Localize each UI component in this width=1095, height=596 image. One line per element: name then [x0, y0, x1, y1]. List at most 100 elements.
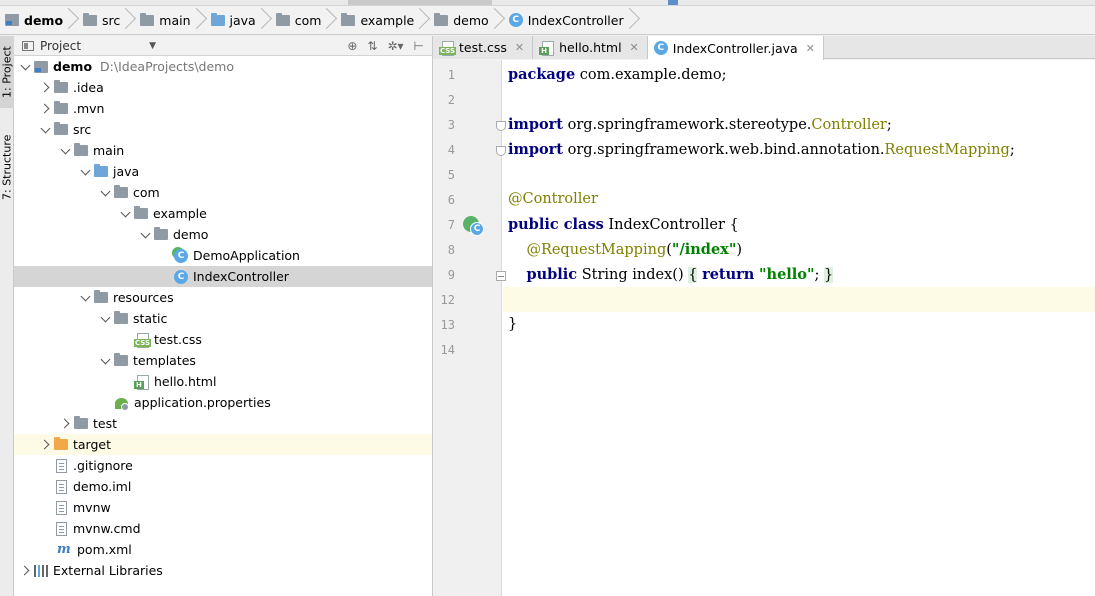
folder-icon	[54, 80, 68, 93]
chevron-down-icon[interactable]	[98, 308, 114, 329]
tree-node[interactable]: External Libraries	[14, 560, 432, 581]
line-number: 1	[447, 68, 455, 82]
folder-icon	[54, 101, 68, 114]
chevron-down-icon[interactable]	[18, 56, 34, 77]
breadcrumb-label: IndexController	[527, 12, 624, 28]
line-number: 5	[447, 168, 455, 182]
tree-node[interactable]: mvnw	[14, 497, 432, 518]
fold-marker-icon[interactable]	[496, 146, 506, 156]
breadcrumb-item[interactable]: demo	[431, 6, 505, 35]
project-view-selector[interactable]: Project	[40, 39, 81, 53]
chevron-right-icon[interactable]	[38, 434, 54, 455]
run-config-selector[interactable]	[348, 0, 492, 5]
breadcrumb-separator	[325, 6, 335, 35]
chevron-down-icon[interactable]: ▼	[149, 41, 156, 51]
code-line[interactable]: public class IndexController {	[508, 216, 739, 233]
chevron-down-icon[interactable]	[98, 350, 114, 371]
tree-node[interactable]: .gitignore	[14, 455, 432, 476]
chevron-down-icon[interactable]	[58, 140, 74, 161]
tree-node[interactable]: demo D:\IdeaProjects\demo	[14, 56, 432, 77]
structure-tool-tab[interactable]: 7: Structure	[0, 126, 14, 208]
tree-node[interactable]: templates	[14, 350, 432, 371]
close-icon[interactable]: ✕	[806, 42, 815, 55]
project-tool-tab[interactable]: 1: Project	[0, 36, 14, 108]
chevron-right-icon[interactable]	[38, 98, 54, 119]
tree-node[interactable]: CSS test.css	[14, 329, 432, 350]
module-path: D:\IdeaProjects\demo	[100, 59, 235, 74]
breadcrumb-label: example	[360, 12, 415, 28]
spring-bean-icon[interactable]: C	[463, 216, 484, 237]
tree-node[interactable]: main	[14, 140, 432, 161]
breadcrumb-item[interactable]: C IndexController	[506, 6, 641, 35]
breadcrumb-item[interactable]: java	[208, 6, 273, 35]
tree-node[interactable]: resources	[14, 287, 432, 308]
chevron-down-icon[interactable]	[78, 287, 94, 308]
gear-icon[interactable]: ✲▾	[387, 39, 403, 53]
tree-node[interactable]: com	[14, 182, 432, 203]
tree-node[interactable]: .mvn	[14, 98, 432, 119]
code-editor[interactable]: 1 2 3 4 5 6 7 C 8 9 12 13 14 package com.example.dem…	[433, 60, 1095, 596]
scroll-from-source-icon[interactable]: ⊕	[347, 39, 357, 53]
tree-node[interactable]: target	[14, 434, 432, 455]
code-line[interactable]: package com.example.demo;	[508, 66, 726, 83]
line-number: 8	[447, 243, 455, 257]
chevron-down-icon[interactable]	[38, 119, 54, 140]
fold-marker-icon[interactable]	[496, 121, 506, 131]
code-line[interactable]: import org.springframework.web.bind.anno…	[508, 141, 1015, 158]
code-line[interactable]: public String index() { return "hello"; …	[508, 266, 834, 283]
tree-node[interactable]: C DemoApplication	[14, 245, 432, 266]
breadcrumb-separator	[124, 6, 134, 35]
code-token: Controller	[811, 117, 887, 133]
code-token: org.springframework.stereotype.	[563, 117, 812, 133]
structure-icon[interactable]	[668, 0, 678, 5]
html-file-icon: H	[134, 374, 150, 390]
breadcrumb-item[interactable]: src	[80, 6, 137, 35]
tree-node[interactable]: java	[14, 161, 432, 182]
editor-tab[interactable]: C IndexController.java ✕	[647, 36, 824, 60]
chevron-down-icon[interactable]	[118, 203, 134, 224]
code-line[interactable]: import org.springframework.stereotype.Co…	[508, 116, 892, 133]
tree-node[interactable]: application.properties	[14, 392, 432, 413]
tree-node[interactable]: mvnw.cmd	[14, 518, 432, 539]
chevron-right-icon[interactable]	[58, 413, 74, 434]
tree-node[interactable]: C IndexController	[14, 266, 432, 287]
tree-node[interactable]: src	[14, 119, 432, 140]
chevron-down-icon[interactable]	[78, 161, 94, 182]
tree-node[interactable]: Hhello.html	[14, 371, 432, 392]
breadcrumb-item[interactable]: demo	[2, 6, 80, 35]
code-line[interactable]: @RequestMapping("/index")	[508, 241, 742, 258]
hide-panel-icon[interactable]: ⊢	[414, 39, 424, 53]
close-icon[interactable]: ✕	[630, 41, 639, 54]
editor-tab-label: test.css	[459, 40, 507, 55]
tree-node-label: demo	[53, 59, 93, 74]
breadcrumb-item[interactable]: main	[137, 6, 207, 35]
breadcrumb-item[interactable]: example	[338, 6, 431, 35]
tree-node[interactable]: m pom.xml	[14, 539, 432, 560]
tree-node-label: test.css	[154, 332, 202, 347]
code-line[interactable]: }	[508, 316, 517, 332]
collapse-all-icon[interactable]: ⇅	[367, 39, 377, 53]
tree-node[interactable]: example	[14, 203, 432, 224]
class-icon: C	[174, 269, 188, 284]
chevron-right-icon[interactable]	[38, 77, 54, 98]
editor-tab[interactable]: Hhello.html ✕	[533, 36, 648, 59]
tree-node-label: pom.xml	[77, 542, 132, 557]
tree-node[interactable]: .idea	[14, 77, 432, 98]
tree-node[interactable]: demo.iml	[14, 476, 432, 497]
close-icon[interactable]: ✕	[515, 41, 524, 54]
chevron-down-icon[interactable]	[138, 224, 154, 245]
fold-marker-icon[interactable]	[496, 271, 506, 281]
code-token: ;	[1009, 142, 1015, 158]
tree-node[interactable]: test	[14, 413, 432, 434]
tree-node[interactable]: static	[14, 308, 432, 329]
line-number: 7	[447, 218, 455, 232]
code-line[interactable]: @Controller	[508, 191, 598, 207]
editor-tab[interactable]: CSS test.css ✕	[433, 36, 534, 59]
tree-node[interactable]: demo	[14, 224, 432, 245]
breadcrumb-item[interactable]: com	[273, 6, 339, 35]
chevron-right-icon[interactable]	[18, 560, 34, 581]
chevron-down-icon[interactable]	[98, 182, 114, 203]
